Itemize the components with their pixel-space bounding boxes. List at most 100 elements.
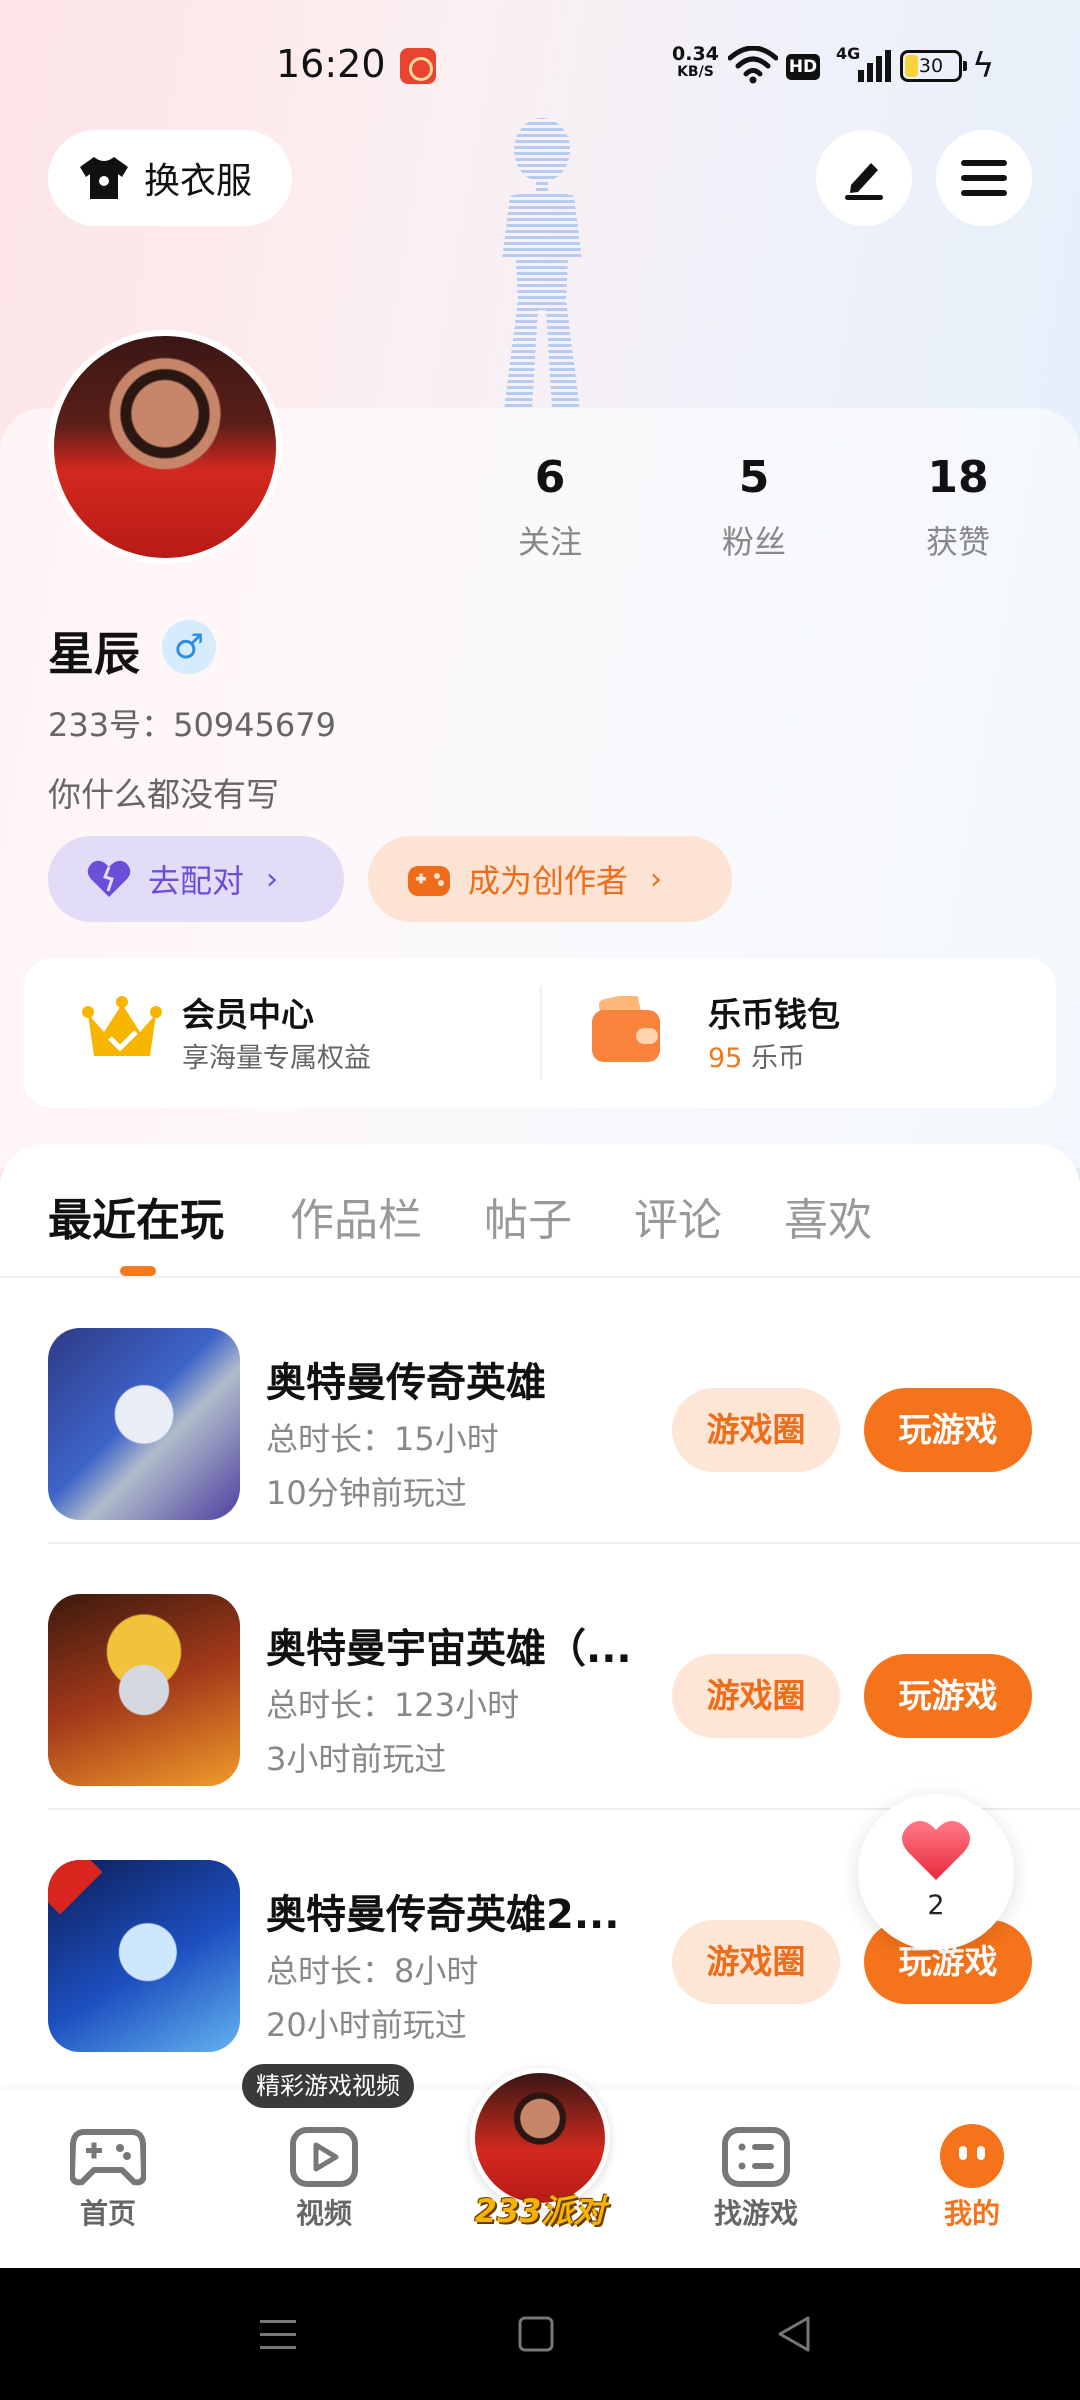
stat-likes-label: 获赞 [925,523,990,561]
game-circle-button[interactable]: 游戏圈 [672,1654,840,1738]
game-icon[interactable] [48,1594,240,1786]
game-icon[interactable] [48,1328,240,1520]
become-creator-label: 成为创作者 [468,862,629,900]
user-avatar[interactable] [48,330,282,564]
heart-icon [902,1820,970,1880]
divider [540,986,542,1080]
tab-posts[interactable]: 帖子 [484,1184,572,1248]
coin-unit: 乐币 [742,1043,805,1074]
smile-face-icon [940,2124,1004,2188]
coin-wallet-title: 乐币钱包 [708,995,840,1034]
avatar-hologram [502,118,582,410]
coin-amount: 95 [708,1043,743,1074]
game-playtime: 总时长：123小时 [266,1686,520,1724]
play-game-button[interactable]: 玩游戏 [864,1388,1032,1472]
tab-likes[interactable]: 喜欢 [784,1184,872,1248]
nav-home[interactable]: 首页 [28,2124,188,2232]
nav-me-label: 我的 [943,2197,1000,2230]
game-last-played: 20小时前玩过 [266,2006,467,2044]
nav-find-games-label: 找游戏 [713,2197,798,2230]
gamepad-icon [408,866,450,896]
username: 星辰 [48,627,140,681]
become-creator-button[interactable]: 成为创作者 › [368,836,732,922]
stat-likes-value: 18 [927,452,989,503]
game-icon[interactable] [48,1860,240,2052]
app-notification-icon [400,48,436,84]
charging-icon: ϟ [972,46,995,86]
network-speed: 0.34 KB/S [672,44,719,80]
game-playtime: 总时长：8小时 [266,1952,479,1990]
status-time: 16:20 [276,42,386,86]
shirt-icon [80,157,128,199]
play-game-button[interactable]: 玩游戏 [864,1654,1032,1738]
network-type: 4G [836,44,861,63]
tab-works[interactable]: 作品栏 [290,1184,422,1248]
wallet-icon [592,996,660,1062]
stat-followers-label: 粉丝 [721,523,786,561]
chevron-right-icon: › [266,861,279,897]
member-center[interactable]: 会员中心 享海量专属权益 [82,988,522,1078]
game-last-played: 10分钟前玩过 [266,1474,467,1512]
tab-recently-played[interactable]: 最近在玩 [48,1184,224,1248]
game-circle-button[interactable]: 游戏圈 [672,1920,840,2004]
nav-video-label: 视频 [295,2197,352,2230]
game-last-played: 3小时前玩过 [266,1740,447,1778]
hd-badge: HD [786,54,820,80]
back-icon[interactable] [772,2312,816,2356]
crown-icon [82,996,162,1056]
video-play-icon [290,2127,358,2187]
stat-likes[interactable]: 18 获赞 [888,452,1028,563]
battery-level: 30 [918,55,944,77]
stat-following[interactable]: 6 关注 [480,452,620,563]
tab-comments[interactable]: 评论 [634,1184,722,1248]
stat-followers-value: 5 [738,452,770,503]
party-label: 233派对 [474,2192,606,2230]
coin-wallet[interactable]: 乐币钱包 95 乐币 [590,988,1030,1078]
network-speed-value: 0.34 [672,43,719,65]
menu-icon [961,160,1007,196]
stat-following-value: 6 [534,452,566,503]
chevron-right-icon: › [650,861,663,897]
home-icon[interactable] [514,2312,558,2356]
male-gender-icon: ♂ [162,620,216,674]
list-icon [722,2127,790,2187]
video-tooltip: 精彩游戏视频 [242,2064,414,2108]
edit-icon [845,163,883,200]
network-speed-unit: KB/S [677,64,714,80]
gamepad-icon [70,2129,146,2186]
member-wallet-card: 会员中心 享海量专属权益 乐币钱包 95 乐币 [24,958,1056,1108]
wifi-icon [728,46,778,84]
match-label: 去配对 [148,862,245,900]
game-title: 奥特曼传奇英雄2... [266,1892,620,1938]
nav-video[interactable]: 视频 [244,2124,404,2232]
floating-like-button[interactable]: 2 [858,1794,1014,1950]
heart-icon [87,860,131,897]
like-count: 2 [927,1890,945,1921]
match-button[interactable]: 去配对 › [48,836,344,922]
system-navigation-bar [0,2268,1080,2400]
game-circle-button[interactable]: 游戏圈 [672,1388,840,1472]
profile-tabs: 最近在玩 作品栏 帖子 评论 喜欢 [0,1176,1080,1276]
signal-icon [858,50,891,82]
member-center-title: 会员中心 [182,995,314,1034]
game-title: 奥特曼宇宙英雄（... [266,1626,632,1672]
game-title: 奥特曼传奇英雄 [266,1360,546,1406]
recent-apps-icon[interactable] [256,2312,300,2356]
coin-wallet-balance: 95 乐币 [708,1036,805,1075]
stat-followers[interactable]: 5 粉丝 [684,452,824,563]
game-row[interactable]: 奥特曼传奇英雄 总时长：15小时 10分钟前玩过 游戏圈 玩游戏 [0,1278,1080,1544]
game-row[interactable]: 奥特曼宇宙英雄（... 总时长：123小时 3小时前玩过 游戏圈 玩游戏 [0,1544,1080,1810]
active-tab-indicator [120,1266,156,1276]
game-playtime: 总时长：15小时 [266,1420,499,1458]
menu-button[interactable] [936,130,1032,226]
user-bio: 你什么都没有写 [48,775,279,814]
nav-home-label: 首页 [79,2197,136,2230]
nav-me[interactable]: 我的 [892,2124,1052,2232]
change-outfit-label: 换衣服 [144,161,253,202]
stat-following-label: 关注 [517,523,582,561]
nav-find-games[interactable]: 找游戏 [676,2124,836,2232]
change-outfit-button[interactable]: 换衣服 [48,130,292,226]
battery-icon: 30 [900,50,967,82]
profile-stats: 6 关注 5 粉丝 18 获赞 [480,452,1040,572]
edit-profile-button[interactable] [816,130,912,226]
